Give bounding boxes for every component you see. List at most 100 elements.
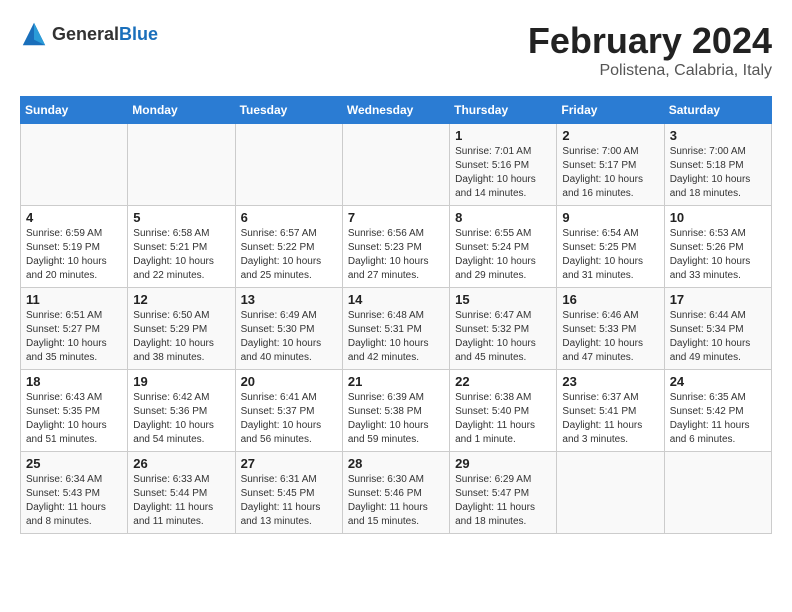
day-number: 1 [455, 128, 551, 143]
day-number: 7 [348, 210, 444, 225]
day-number: 27 [241, 456, 337, 471]
day-info: Sunrise: 7:00 AMSunset: 5:17 PMDaylight:… [562, 145, 658, 201]
calendar-day-cell: 23 Sunrise: 6:37 AMSunset: 5:41 PMDayligh… [557, 370, 664, 452]
day-number: 3 [670, 128, 766, 143]
day-info: Sunrise: 6:48 AMSunset: 5:31 PMDaylight:… [348, 309, 444, 365]
day-number: 23 [562, 374, 658, 389]
day-info: Sunrise: 6:53 AMSunset: 5:26 PMDaylight:… [670, 227, 766, 283]
calendar-day-cell: 4 Sunrise: 6:59 AMSunset: 5:19 PMDaylight… [21, 206, 128, 288]
day-number: 17 [670, 292, 766, 307]
calendar-week-row: 25 Sunrise: 6:34 AMSunset: 5:43 PMDayligh… [21, 452, 772, 534]
weekday-header: Friday [557, 97, 664, 124]
day-number: 13 [241, 292, 337, 307]
location-subtitle: Polistena, Calabria, Italy [528, 62, 772, 80]
day-info: Sunrise: 6:58 AMSunset: 5:21 PMDaylight:… [133, 227, 229, 283]
day-number: 5 [133, 210, 229, 225]
calendar-day-cell: 26 Sunrise: 6:33 AMSunset: 5:44 PMDayligh… [128, 452, 235, 534]
day-number: 18 [26, 374, 122, 389]
day-info: Sunrise: 6:51 AMSunset: 5:27 PMDaylight:… [26, 309, 122, 365]
calendar-day-cell: 11 Sunrise: 6:51 AMSunset: 5:27 PMDayligh… [21, 288, 128, 370]
day-info: Sunrise: 6:55 AMSunset: 5:24 PMDaylight:… [455, 227, 551, 283]
calendar-day-cell: 28 Sunrise: 6:30 AMSunset: 5:46 PMDayligh… [342, 452, 449, 534]
day-info: Sunrise: 6:30 AMSunset: 5:46 PMDaylight:… [348, 473, 444, 529]
day-number: 22 [455, 374, 551, 389]
weekday-header: Saturday [664, 97, 771, 124]
calendar-day-cell: 5 Sunrise: 6:58 AMSunset: 5:21 PMDaylight… [128, 206, 235, 288]
day-info: Sunrise: 7:01 AMSunset: 5:16 PMDaylight:… [455, 145, 551, 201]
day-info: Sunrise: 7:00 AMSunset: 5:18 PMDaylight:… [670, 145, 766, 201]
day-info: Sunrise: 6:43 AMSunset: 5:35 PMDaylight:… [26, 391, 122, 447]
calendar-week-row: 4 Sunrise: 6:59 AMSunset: 5:19 PMDaylight… [21, 206, 772, 288]
day-info: Sunrise: 6:31 AMSunset: 5:45 PMDaylight:… [241, 473, 337, 529]
logo-text-blue: Blue [119, 24, 158, 44]
calendar-day-cell: 15Sunrise: 6:47 AMSunset: 5:32 PMDayligh… [450, 288, 557, 370]
calendar-day-cell [235, 124, 342, 206]
calendar-day-cell: 16Sunrise: 6:46 AMSunset: 5:33 PMDayligh… [557, 288, 664, 370]
title-area: February 2024 Polistena, Calabria, Italy [528, 20, 772, 80]
calendar-day-cell [21, 124, 128, 206]
day-number: 28 [348, 456, 444, 471]
day-info: Sunrise: 6:37 AMSunset: 5:41 PMDaylight:… [562, 391, 658, 447]
day-number: 20 [241, 374, 337, 389]
day-number: 14 [348, 292, 444, 307]
calendar-day-cell: 25 Sunrise: 6:34 AMSunset: 5:43 PMDayligh… [21, 452, 128, 534]
weekday-header: Tuesday [235, 97, 342, 124]
day-info: Sunrise: 6:39 AMSunset: 5:38 PMDaylight:… [348, 391, 444, 447]
weekday-header: Thursday [450, 97, 557, 124]
day-number: 9 [562, 210, 658, 225]
day-info: Sunrise: 6:41 AMSunset: 5:37 PMDaylight:… [241, 391, 337, 447]
calendar-day-cell: 7 Sunrise: 6:56 AMSunset: 5:23 PMDaylight… [342, 206, 449, 288]
calendar-day-cell: 29 Sunrise: 6:29 AMSunset: 5:47 PMDayligh… [450, 452, 557, 534]
day-info: Sunrise: 6:59 AMSunset: 5:19 PMDaylight:… [26, 227, 122, 283]
calendar-body: 1 Sunrise: 7:01 AMSunset: 5:16 PMDaylight… [21, 124, 772, 534]
day-info: Sunrise: 6:33 AMSunset: 5:44 PMDaylight:… [133, 473, 229, 529]
day-number: 4 [26, 210, 122, 225]
calendar-day-cell [342, 124, 449, 206]
page-header: GeneralBlue February 2024 Polistena, Cal… [20, 20, 772, 80]
calendar-day-cell: 24Sunrise: 6:35 AMSunset: 5:42 PMDayligh… [664, 370, 771, 452]
month-title: February 2024 [528, 20, 772, 62]
day-info: Sunrise: 6:50 AMSunset: 5:29 PMDaylight:… [133, 309, 229, 365]
day-number: 6 [241, 210, 337, 225]
day-number: 25 [26, 456, 122, 471]
calendar-week-row: 1 Sunrise: 7:01 AMSunset: 5:16 PMDaylight… [21, 124, 772, 206]
calendar-day-cell [128, 124, 235, 206]
day-number: 11 [26, 292, 122, 307]
calendar-day-cell: 6 Sunrise: 6:57 AMSunset: 5:22 PMDaylight… [235, 206, 342, 288]
day-info: Sunrise: 6:49 AMSunset: 5:30 PMDaylight:… [241, 309, 337, 365]
day-info: Sunrise: 6:57 AMSunset: 5:22 PMDaylight:… [241, 227, 337, 283]
weekday-header: Wednesday [342, 97, 449, 124]
day-info: Sunrise: 6:56 AMSunset: 5:23 PMDaylight:… [348, 227, 444, 283]
day-number: 29 [455, 456, 551, 471]
calendar-day-cell: 12Sunrise: 6:50 AMSunset: 5:29 PMDayligh… [128, 288, 235, 370]
calendar-day-cell: 13 Sunrise: 6:49 AMSunset: 5:30 PMDayligh… [235, 288, 342, 370]
day-number: 10 [670, 210, 766, 225]
day-number: 21 [348, 374, 444, 389]
day-info: Sunrise: 6:35 AMSunset: 5:42 PMDaylight:… [670, 391, 766, 447]
calendar-day-cell: 18 Sunrise: 6:43 AMSunset: 5:35 PMDayligh… [21, 370, 128, 452]
calendar-day-cell: 14 Sunrise: 6:48 AMSunset: 5:31 PMDayligh… [342, 288, 449, 370]
day-info: Sunrise: 6:38 AMSunset: 5:40 PMDaylight:… [455, 391, 551, 447]
calendar-day-cell: 20 Sunrise: 6:41 AMSunset: 5:37 PMDayligh… [235, 370, 342, 452]
day-number: 2 [562, 128, 658, 143]
calendar-day-cell: 8 Sunrise: 6:55 AMSunset: 5:24 PMDaylight… [450, 206, 557, 288]
calendar-week-row: 11 Sunrise: 6:51 AMSunset: 5:27 PMDayligh… [21, 288, 772, 370]
day-info: Sunrise: 6:29 AMSunset: 5:47 PMDaylight:… [455, 473, 551, 529]
day-number: 19 [133, 374, 229, 389]
calendar-header: SundayMondayTuesdayWednesdayThursdayFrid… [21, 97, 772, 124]
day-info: Sunrise: 6:44 AMSunset: 5:34 PMDaylight:… [670, 309, 766, 365]
calendar-day-cell: 17 Sunrise: 6:44 AMSunset: 5:34 PMDayligh… [664, 288, 771, 370]
calendar-table: SundayMondayTuesdayWednesdayThursdayFrid… [20, 96, 772, 534]
calendar-day-cell: 21 Sunrise: 6:39 AMSunset: 5:38 PMDayligh… [342, 370, 449, 452]
day-info: Sunrise: 6:42 AMSunset: 5:36 PMDaylight:… [133, 391, 229, 447]
day-number: 26 [133, 456, 229, 471]
day-number: 8 [455, 210, 551, 225]
calendar-day-cell: 22 Sunrise: 6:38 AMSunset: 5:40 PMDayligh… [450, 370, 557, 452]
day-info: Sunrise: 6:34 AMSunset: 5:43 PMDaylight:… [26, 473, 122, 529]
calendar-day-cell: 3 Sunrise: 7:00 AMSunset: 5:18 PMDaylight… [664, 124, 771, 206]
logo-icon [20, 20, 48, 48]
logo: GeneralBlue [20, 20, 158, 48]
calendar-week-row: 18 Sunrise: 6:43 AMSunset: 5:35 PMDayligh… [21, 370, 772, 452]
day-number: 15 [455, 292, 551, 307]
calendar-day-cell [557, 452, 664, 534]
